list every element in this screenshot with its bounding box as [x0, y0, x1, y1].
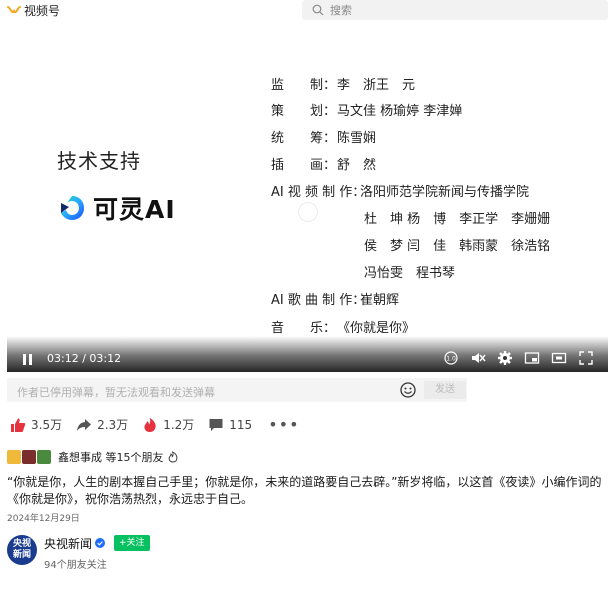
account-avatar-text: 央视 新闻	[12, 539, 31, 560]
like-button[interactable]: 3.5万	[10, 416, 62, 433]
pause-button[interactable]	[23, 354, 33, 365]
friend-avatar	[37, 450, 51, 464]
follow-button[interactable]: +关注	[114, 535, 150, 551]
credit-role: 统 筹：	[271, 131, 337, 146]
credit-role: AI 视 频 制 作：	[271, 185, 366, 200]
flame-heart-icon	[144, 417, 156, 432]
widescreen-icon[interactable]	[551, 350, 567, 366]
credit-names: 崔朝辉	[360, 293, 400, 308]
danmaku-bar: 作者已停用弹幕，暂无法观看和发送弹幕 发送	[7, 378, 467, 402]
credit-names: 冯怡雯 程书琴	[364, 266, 456, 281]
more-options-icon[interactable]: •••	[268, 415, 299, 434]
friends-row[interactable]: 鑫想事成 等15个朋友	[7, 449, 179, 465]
credit-role: 监 制：	[271, 78, 337, 93]
share-button[interactable]: 2.3万	[76, 416, 128, 433]
post-date: 2024年12月29日	[7, 514, 80, 524]
search-bar[interactable]: 搜索	[302, 0, 608, 20]
search-input[interactable]: 搜索	[330, 2, 352, 18]
credit-names: 陈雪娴	[337, 131, 377, 146]
search-icon	[312, 4, 324, 16]
comment-count: 115	[229, 417, 253, 432]
friend-avatar	[22, 450, 36, 464]
post-description: “你就是你，人生的剧本握自己手里；你就是你，未来的道路要自己去辟。”新岁将临，以…	[7, 475, 602, 506]
account-row: 央视 新闻 央视新闻 +关注 94个朋友关注	[7, 535, 150, 571]
credit-names: 《你就是你》	[337, 321, 416, 336]
mute-icon[interactable]	[470, 350, 486, 366]
channels-logo-icon	[7, 5, 21, 13]
account-avatar[interactable]: 央视 新闻	[7, 535, 37, 565]
credit-role: 插 画：	[271, 158, 337, 173]
player-controls: 03:12 / 03:12 1.0	[7, 336, 608, 372]
action-bar: 3.5万 2.3万 1.2万 115 •••	[10, 415, 300, 434]
settings-gear-icon[interactable]	[497, 350, 513, 366]
verified-badge-icon	[95, 538, 106, 548]
comment-button[interactable]: 115	[208, 417, 252, 433]
brand[interactable]: 视频号	[7, 2, 60, 19]
credit-names: 洛阳师范学院新闻与传播学院	[360, 185, 530, 200]
share-arrow-icon	[77, 418, 92, 431]
account-name[interactable]: 央视新闻	[44, 535, 92, 552]
credit-role: AI 歌 曲 制 作：	[271, 293, 366, 308]
emoji-icon[interactable]	[400, 382, 416, 398]
top-bar: 视频号 搜索	[0, 0, 613, 22]
kling-ai-logo: 可灵AI	[57, 190, 176, 226]
credit-names: 侯 梦 闫 佳 韩雨蒙 徐浩铭	[364, 239, 551, 254]
playback-time: 03:12 / 03:12	[47, 352, 122, 365]
credit-names: 马文佳 杨瑜婷 李津婵	[337, 104, 463, 119]
video-player[interactable]: 监 制：李 浙王 元策 划： 马文佳 杨瑜婷 李津婵统 筹： 陈雪娴插 画：舒 然 A…	[7, 22, 608, 372]
playback-speed-icon[interactable]: 1.0	[443, 350, 459, 366]
credit-role: 音 乐：	[271, 321, 337, 336]
send-danmaku-button[interactable]: 发送	[424, 381, 466, 399]
loading-spinner-icon	[298, 202, 318, 222]
friends-liked-text: 鑫想事成 等15个朋友	[58, 451, 164, 464]
fullscreen-icon[interactable]	[578, 350, 594, 366]
account-followers: 94个朋友关注	[44, 560, 107, 571]
credit-role: 策 划：	[271, 104, 337, 119]
thumbs-up-icon	[11, 418, 26, 432]
like-outline-icon	[168, 451, 177, 463]
svg-text:1.0: 1.0	[446, 356, 456, 363]
heart-count: 1.2万	[163, 418, 195, 432]
credit-names: 李 浙王 元	[337, 78, 416, 93]
danmaku-input[interactable]: 作者已停用弹幕，暂无法观看和发送弹幕	[17, 384, 215, 400]
picture-in-picture-icon[interactable]	[524, 350, 540, 366]
kling-brand-text: 可灵AI	[93, 195, 176, 224]
heart-button[interactable]: 1.2万	[142, 416, 194, 433]
credit-names: 杜 坤 杨 博 李正学 李姗姗	[364, 212, 551, 227]
credit-names: 舒 然	[337, 158, 377, 173]
kling-logo-icon	[61, 196, 84, 220]
tech-support-title: 技术支持	[57, 149, 141, 173]
app-title: 视频号	[24, 4, 61, 18]
like-count: 3.5万	[31, 418, 63, 432]
friend-avatar	[7, 450, 21, 464]
share-count: 2.3万	[97, 418, 129, 432]
comment-bubble-icon	[209, 418, 223, 431]
